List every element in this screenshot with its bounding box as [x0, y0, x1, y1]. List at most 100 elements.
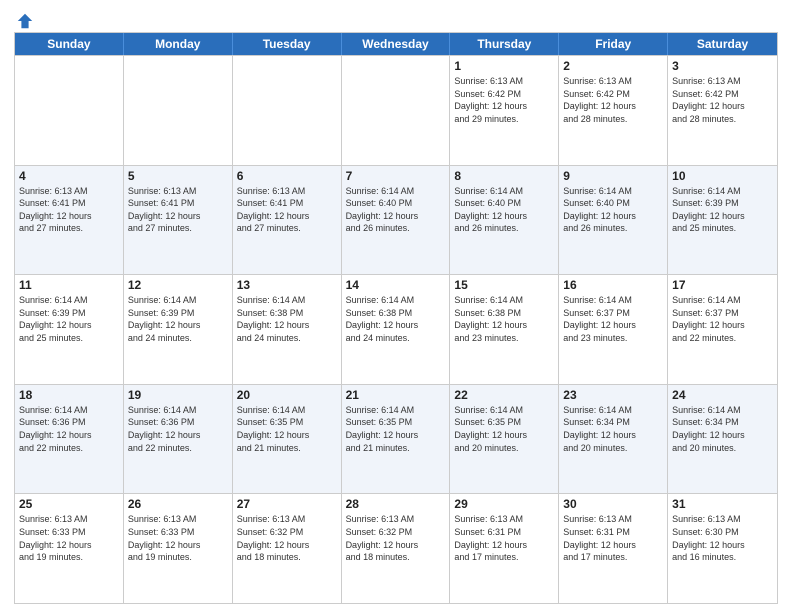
- day-header-tuesday: Tuesday: [233, 33, 342, 55]
- calendar-body: 1 Sunrise: 6:13 AM Sunset: 6:42 PM Daylig…: [15, 55, 777, 603]
- calendar-cell: 11 Sunrise: 6:14 AM Sunset: 6:39 PM Dayli…: [15, 275, 124, 384]
- day-info: Sunrise: 6:14 AM Sunset: 6:40 PM Dayligh…: [454, 185, 554, 235]
- calendar-cell: [15, 56, 124, 165]
- day-info: Sunrise: 6:14 AM Sunset: 6:37 PM Dayligh…: [672, 294, 773, 344]
- day-number: 11: [19, 278, 119, 292]
- calendar-cell: 2Sunrise: 6:13 AM Sunset: 6:42 PM Daylig…: [559, 56, 668, 165]
- day-number: 3: [672, 59, 773, 73]
- calendar-week-1: 1 Sunrise: 6:13 AM Sunset: 6:42 PM Daylig…: [15, 55, 777, 165]
- day-info: Sunrise: 6:14 AM Sunset: 6:39 PM Dayligh…: [672, 185, 773, 235]
- day-number: 20: [237, 388, 337, 402]
- calendar-cell: 12 Sunrise: 6:14 AM Sunset: 6:39 PM Dayli…: [124, 275, 233, 384]
- calendar-cell: 29 Sunrise: 6:13 AM Sunset: 6:31 PM Dayli…: [450, 494, 559, 603]
- day-number: 10: [672, 169, 773, 183]
- day-info: Sunrise: 6:14 AM Sunset: 6:40 PM Dayligh…: [563, 185, 663, 235]
- day-number: 22: [454, 388, 554, 402]
- day-header-wednesday: Wednesday: [342, 33, 451, 55]
- day-number: 12: [128, 278, 228, 292]
- day-number: 15: [454, 278, 554, 292]
- calendar-cell: 7 Sunrise: 6:14 AM Sunset: 6:40 PM Daylig…: [342, 166, 451, 275]
- calendar-cell: 10 Sunrise: 6:14 AM Sunset: 6:39 PM Dayli…: [668, 166, 777, 275]
- calendar-week-2: 4 Sunrise: 6:13 AM Sunset: 6:41 PM Daylig…: [15, 165, 777, 275]
- day-number: 18: [19, 388, 119, 402]
- calendar-cell: 9 Sunrise: 6:14 AM Sunset: 6:40 PM Daylig…: [559, 166, 668, 275]
- calendar-week-5: 25 Sunrise: 6:13 AM Sunset: 6:33 PM Dayli…: [15, 493, 777, 603]
- day-info: Sunrise: 6:14 AM Sunset: 6:39 PM Dayligh…: [128, 294, 228, 344]
- day-info: Sunrise: 6:13 AM Sunset: 6:42 PM Dayligh…: [454, 75, 554, 125]
- day-info: Sunrise: 6:13 AM Sunset: 6:41 PM Dayligh…: [19, 185, 119, 235]
- day-number: 26: [128, 497, 228, 511]
- day-number: 21: [346, 388, 446, 402]
- day-info: Sunrise: 6:14 AM Sunset: 6:38 PM Dayligh…: [454, 294, 554, 344]
- calendar: SundayMondayTuesdayWednesdayThursdayFrid…: [14, 32, 778, 604]
- day-info: Sunrise: 6:14 AM Sunset: 6:35 PM Dayligh…: [237, 404, 337, 454]
- calendar-cell: 25 Sunrise: 6:13 AM Sunset: 6:33 PM Dayli…: [15, 494, 124, 603]
- calendar-cell: 24 Sunrise: 6:14 AM Sunset: 6:34 PM Dayli…: [668, 385, 777, 494]
- day-info: Sunrise: 6:14 AM Sunset: 6:38 PM Dayligh…: [237, 294, 337, 344]
- day-number: 25: [19, 497, 119, 511]
- day-number: 13: [237, 278, 337, 292]
- day-info: Sunrise: 6:14 AM Sunset: 6:37 PM Dayligh…: [563, 294, 663, 344]
- day-info: Sunrise: 6:14 AM Sunset: 6:39 PM Dayligh…: [19, 294, 119, 344]
- day-info: Sunrise: 6:14 AM Sunset: 6:38 PM Dayligh…: [346, 294, 446, 344]
- calendar-cell: 27Sunrise: 6:13 AM Sunset: 6:32 PM Dayli…: [233, 494, 342, 603]
- day-number: 9: [563, 169, 663, 183]
- day-info: Sunrise: 6:13 AM Sunset: 6:31 PM Dayligh…: [454, 513, 554, 563]
- calendar-header-row: SundayMondayTuesdayWednesdayThursdayFrid…: [15, 33, 777, 55]
- day-info: Sunrise: 6:14 AM Sunset: 6:34 PM Dayligh…: [672, 404, 773, 454]
- day-number: 1: [454, 59, 554, 73]
- logo-icon: [16, 12, 34, 30]
- day-number: 19: [128, 388, 228, 402]
- day-number: 29: [454, 497, 554, 511]
- calendar-cell: [233, 56, 342, 165]
- day-info: Sunrise: 6:14 AM Sunset: 6:40 PM Dayligh…: [346, 185, 446, 235]
- day-header-thursday: Thursday: [450, 33, 559, 55]
- day-number: 24: [672, 388, 773, 402]
- calendar-cell: 19 Sunrise: 6:14 AM Sunset: 6:36 PM Dayli…: [124, 385, 233, 494]
- page: SundayMondayTuesdayWednesdayThursdayFrid…: [0, 0, 792, 612]
- day-number: 2: [563, 59, 663, 73]
- day-info: Sunrise: 6:14 AM Sunset: 6:35 PM Dayligh…: [454, 404, 554, 454]
- day-header-saturday: Saturday: [668, 33, 777, 55]
- calendar-cell: 31Sunrise: 6:13 AM Sunset: 6:30 PM Dayli…: [668, 494, 777, 603]
- calendar-cell: 30Sunrise: 6:13 AM Sunset: 6:31 PM Dayli…: [559, 494, 668, 603]
- calendar-cell: 1 Sunrise: 6:13 AM Sunset: 6:42 PM Daylig…: [450, 56, 559, 165]
- calendar-cell: 5Sunrise: 6:13 AM Sunset: 6:41 PM Daylig…: [124, 166, 233, 275]
- calendar-cell: 23 Sunrise: 6:14 AM Sunset: 6:34 PM Dayli…: [559, 385, 668, 494]
- day-info: Sunrise: 6:14 AM Sunset: 6:36 PM Dayligh…: [19, 404, 119, 454]
- day-info: Sunrise: 6:13 AM Sunset: 6:32 PM Dayligh…: [346, 513, 446, 563]
- day-info: Sunrise: 6:14 AM Sunset: 6:35 PM Dayligh…: [346, 404, 446, 454]
- day-info: Sunrise: 6:14 AM Sunset: 6:34 PM Dayligh…: [563, 404, 663, 454]
- day-number: 4: [19, 169, 119, 183]
- calendar-cell: 15 Sunrise: 6:14 AM Sunset: 6:38 PM Dayli…: [450, 275, 559, 384]
- day-header-sunday: Sunday: [15, 33, 124, 55]
- calendar-cell: 16Sunrise: 6:14 AM Sunset: 6:37 PM Dayli…: [559, 275, 668, 384]
- day-number: 7: [346, 169, 446, 183]
- day-info: Sunrise: 6:13 AM Sunset: 6:41 PM Dayligh…: [128, 185, 228, 235]
- day-info: Sunrise: 6:13 AM Sunset: 6:30 PM Dayligh…: [672, 513, 773, 563]
- day-number: 23: [563, 388, 663, 402]
- day-number: 8: [454, 169, 554, 183]
- day-info: Sunrise: 6:14 AM Sunset: 6:36 PM Dayligh…: [128, 404, 228, 454]
- day-info: Sunrise: 6:13 AM Sunset: 6:32 PM Dayligh…: [237, 513, 337, 563]
- day-number: 30: [563, 497, 663, 511]
- calendar-cell: 14 Sunrise: 6:14 AM Sunset: 6:38 PM Dayli…: [342, 275, 451, 384]
- day-header-friday: Friday: [559, 33, 668, 55]
- day-number: 14: [346, 278, 446, 292]
- calendar-cell: 26 Sunrise: 6:13 AM Sunset: 6:33 PM Dayli…: [124, 494, 233, 603]
- header: [14, 10, 778, 26]
- calendar-week-4: 18 Sunrise: 6:14 AM Sunset: 6:36 PM Dayli…: [15, 384, 777, 494]
- calendar-cell: 4 Sunrise: 6:13 AM Sunset: 6:41 PM Daylig…: [15, 166, 124, 275]
- day-number: 6: [237, 169, 337, 183]
- calendar-cell: 13 Sunrise: 6:14 AM Sunset: 6:38 PM Dayli…: [233, 275, 342, 384]
- calendar-cell: 21 Sunrise: 6:14 AM Sunset: 6:35 PM Dayli…: [342, 385, 451, 494]
- day-number: 28: [346, 497, 446, 511]
- day-header-monday: Monday: [124, 33, 233, 55]
- calendar-cell: [124, 56, 233, 165]
- calendar-cell: 3Sunrise: 6:13 AM Sunset: 6:42 PM Daylig…: [668, 56, 777, 165]
- calendar-cell: 8 Sunrise: 6:14 AM Sunset: 6:40 PM Daylig…: [450, 166, 559, 275]
- calendar-cell: 6Sunrise: 6:13 AM Sunset: 6:41 PM Daylig…: [233, 166, 342, 275]
- day-info: Sunrise: 6:13 AM Sunset: 6:33 PM Dayligh…: [19, 513, 119, 563]
- logo: [14, 10, 34, 26]
- day-info: Sunrise: 6:13 AM Sunset: 6:33 PM Dayligh…: [128, 513, 228, 563]
